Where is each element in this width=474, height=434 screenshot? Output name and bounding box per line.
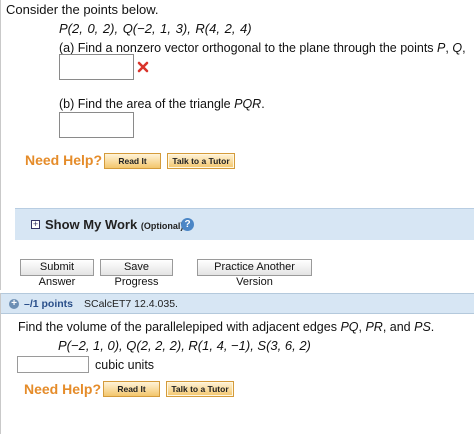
incorrect-x-icon xyxy=(137,61,149,73)
edge-pq-label: PQ xyxy=(340,320,359,334)
part-b-end: . xyxy=(261,97,265,111)
q2-sep2: , and xyxy=(382,320,415,334)
expand-plus-icon[interactable]: + xyxy=(31,220,40,229)
question-2-points: –/1 points xyxy=(24,298,74,310)
question-2-source: SCalcET7 12.4.035. xyxy=(84,298,178,310)
q2-prefix: Find the volume of the parallelepiped wi… xyxy=(18,320,341,334)
show-my-work-label: Show My Work (Optional) xyxy=(45,217,183,232)
cubic-units-label: cubic units xyxy=(95,358,155,372)
talk-to-tutor-button[interactable]: Talk to a Tutor xyxy=(167,153,235,169)
talk-to-tutor-button-2[interactable]: Talk to a Tutor xyxy=(166,381,234,397)
part-a-answer-input[interactable] xyxy=(59,54,134,80)
save-progress-button[interactable]: Save Progress xyxy=(100,259,173,288)
need-help-label: Need Help? xyxy=(25,152,103,168)
edge-pr-label: PR xyxy=(365,320,383,334)
optional-label: (Optional) xyxy=(140,221,184,231)
edge-ps-label: PS xyxy=(414,320,431,334)
points-line: P(2, 0, 2), Q(−2, 1, 3), R(4, 2, 4) xyxy=(59,21,252,36)
question-2-left-border xyxy=(0,293,1,434)
question-2-header: + –/1 points SCalcET7 12.4.035. xyxy=(0,293,474,314)
triangle-label: PQR xyxy=(234,97,262,111)
submit-answer-button[interactable]: Submit Answer xyxy=(20,259,94,288)
question-2-prompt: Find the volume of the parallelepiped wi… xyxy=(18,320,434,334)
show-my-work-bar[interactable]: + Show My Work (Optional) ? xyxy=(15,208,474,240)
question-intro: Consider the points below. xyxy=(6,2,159,17)
read-it-button[interactable]: Read It xyxy=(104,153,161,169)
question-2-points-line: P(−2, 1, 0), Q(2, 2, 2), R(1, 4, −1), S(… xyxy=(58,338,311,353)
point-q-label: Q xyxy=(452,41,463,55)
part-b-prompt: (b) Find the area of the triangle PQR. xyxy=(59,97,265,111)
part-a-prefix: (a) Find a nonzero vector orthogonal to … xyxy=(59,41,438,55)
help-question-icon[interactable]: ? xyxy=(181,218,194,231)
expand-circle-plus-icon[interactable]: + xyxy=(9,299,19,309)
show-my-work-text: Show My Work xyxy=(45,217,138,232)
part-b-answer-input[interactable] xyxy=(59,112,134,138)
volume-answer-input[interactable] xyxy=(17,356,89,373)
practice-another-version-button[interactable]: Practice Another Version xyxy=(197,259,312,288)
question-1-panel: Consider the points below. P(2, 0, 2), Q… xyxy=(0,0,474,290)
part-b-prefix: (b) Find the area of the triangle xyxy=(59,97,235,111)
read-it-button-2[interactable]: Read It xyxy=(103,381,160,397)
q2-end: . xyxy=(430,320,435,334)
need-help-label-2: Need Help? xyxy=(24,381,102,397)
